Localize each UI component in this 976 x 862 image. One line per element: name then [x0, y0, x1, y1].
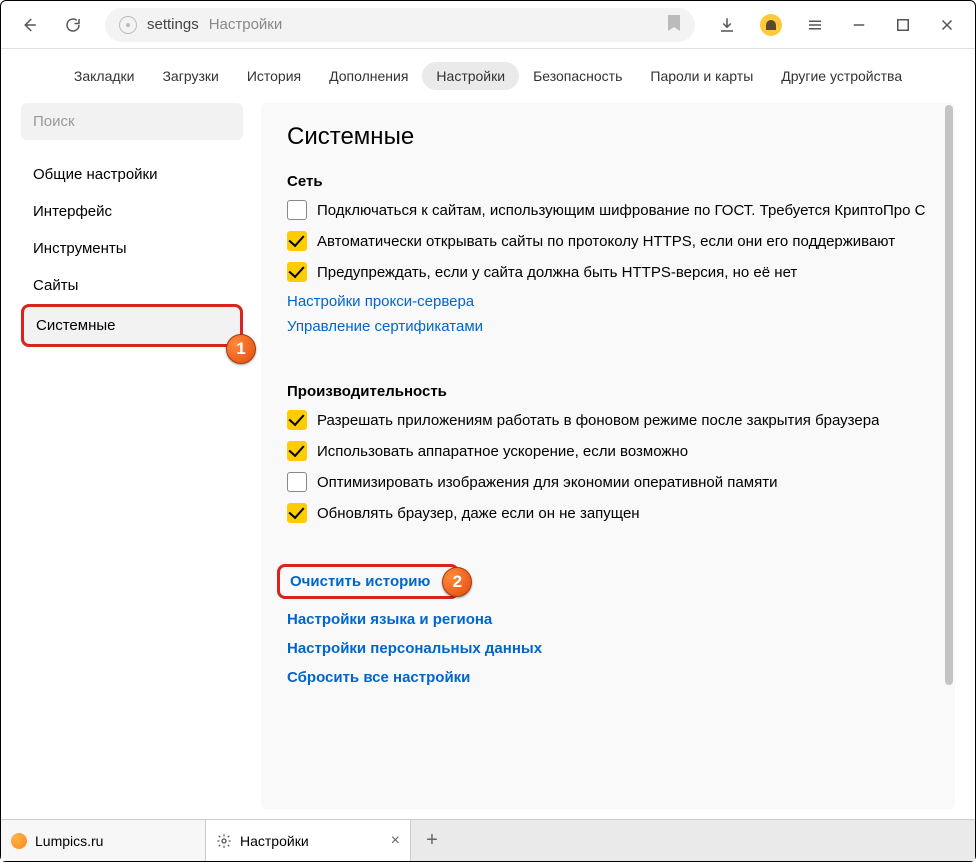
tab-settings[interactable]: Настройки × — [206, 820, 411, 861]
tab-close-button[interactable]: × — [391, 832, 400, 850]
checkbox-label: Разрешать приложениям работать в фоновом… — [317, 410, 879, 431]
menu-button[interactable] — [795, 7, 835, 43]
annotation-badge-2: 2 — [442, 567, 472, 597]
annotation-badge-1: 1 — [226, 334, 256, 364]
tab-bar: Lumpics.ru Настройки × + — [1, 819, 975, 861]
checkbox-row: Использовать аппаратное ускорение, если … — [287, 441, 929, 462]
link-proxy[interactable]: Настройки прокси-сервера — [287, 293, 929, 310]
nav-downloads[interactable]: Загрузки — [148, 62, 232, 90]
checkbox-label: Подключаться к сайтам, использующим шифр… — [317, 200, 926, 221]
link-language-region[interactable]: Настройки языка и региона — [287, 611, 929, 628]
checkbox-row: Подключаться к сайтам, использующим шифр… — [287, 200, 929, 221]
close-icon — [938, 16, 956, 34]
nav-security[interactable]: Безопасность — [519, 62, 636, 90]
arrow-left-icon — [20, 16, 38, 34]
tab-label: Настройки — [240, 833, 309, 849]
nav-history[interactable]: История — [233, 62, 315, 90]
nav-bookmarks[interactable]: Закладки — [60, 62, 149, 90]
nav-settings[interactable]: Настройки — [422, 62, 519, 90]
addr-title: Настройки — [209, 16, 283, 33]
window-close-button[interactable] — [927, 7, 967, 43]
checkbox-https-warn[interactable] — [287, 262, 307, 282]
checkbox-label: Использовать аппаратное ускорение, если … — [317, 441, 688, 462]
back-button[interactable] — [9, 7, 49, 43]
annotation-highlight-2: Очистить историю 2 — [277, 564, 459, 599]
settings-nav: Закладки Загрузки История Дополнения Нас… — [1, 49, 975, 103]
sidebar-item-system[interactable]: Системные 1 — [21, 304, 243, 347]
checkbox-label: Автоматически открывать сайты по протоко… — [317, 231, 895, 252]
sidebar-item-sites[interactable]: Сайты — [21, 267, 243, 304]
tab-lumpics[interactable]: Lumpics.ru — [1, 820, 206, 861]
checkbox-row: Обновлять браузер, даже если он не запущ… — [287, 503, 929, 524]
sidebar-item-interface[interactable]: Интерфейс — [21, 193, 243, 230]
new-tab-button[interactable]: + — [411, 820, 453, 861]
tab-label: Lumpics.ru — [35, 833, 103, 849]
download-icon — [718, 16, 736, 34]
checkbox-https-auto[interactable] — [287, 231, 307, 251]
window-maximize-button[interactable] — [883, 7, 923, 43]
page-title: Системные — [287, 123, 929, 151]
checkbox-row: Предупреждать, если у сайта должна быть … — [287, 262, 929, 283]
checkbox-row: Оптимизировать изображения для экономии … — [287, 472, 929, 493]
gear-icon — [216, 833, 232, 849]
addr-protocol: settings — [147, 16, 199, 33]
search-input[interactable]: Поиск — [21, 103, 243, 140]
section-performance-title: Производительность — [287, 383, 929, 400]
scrollbar[interactable] — [943, 103, 953, 809]
nav-other-devices[interactable]: Другие устройства — [767, 62, 916, 90]
profile-avatar-icon — [760, 14, 782, 36]
address-bar[interactable]: settings Настройки — [105, 8, 695, 42]
hamburger-icon — [806, 16, 824, 34]
checkbox-row: Разрешать приложениям работать в фоновом… — [287, 410, 929, 431]
section-network-title: Сеть — [287, 173, 929, 190]
browser-toolbar: settings Настройки — [1, 1, 975, 49]
window-minimize-button[interactable] — [839, 7, 879, 43]
site-favicon-icon — [11, 833, 27, 849]
content-area: Поиск Общие настройки Интерфейс Инструме… — [1, 103, 975, 819]
sidebar-item-general[interactable]: Общие настройки — [21, 156, 243, 193]
link-clear-history[interactable]: Очистить историю — [290, 573, 430, 590]
link-personal-data[interactable]: Настройки персональных данных — [287, 640, 929, 657]
scrollbar-thumb[interactable] — [945, 105, 953, 685]
reload-button[interactable] — [53, 7, 93, 43]
checkbox-update-browser[interactable] — [287, 503, 307, 523]
sidebar-item-tools[interactable]: Инструменты — [21, 230, 243, 267]
bookmark-icon[interactable] — [667, 14, 681, 36]
checkbox-background[interactable] — [287, 410, 307, 430]
checkbox-optimize-images[interactable] — [287, 472, 307, 492]
maximize-icon — [894, 16, 912, 34]
sidebar-item-label: Системные — [36, 317, 115, 334]
sidebar: Поиск Общие настройки Интерфейс Инструме… — [21, 103, 243, 809]
link-cert[interactable]: Управление сертификатами — [287, 318, 929, 335]
profile-button[interactable] — [751, 7, 791, 43]
checkbox-label: Предупреждать, если у сайта должна быть … — [317, 262, 797, 283]
reload-icon — [64, 16, 82, 34]
checkbox-label: Обновлять браузер, даже если он не запущ… — [317, 503, 640, 524]
downloads-button[interactable] — [707, 7, 747, 43]
checkbox-hw-accel[interactable] — [287, 441, 307, 461]
checkbox-label: Оптимизировать изображения для экономии … — [317, 472, 777, 493]
nav-extensions[interactable]: Дополнения — [315, 62, 422, 90]
checkbox-row: Автоматически открывать сайты по протоко… — [287, 231, 929, 252]
main-panel: Системные Сеть Подключаться к сайтам, ис… — [261, 103, 955, 809]
minimize-icon — [850, 16, 868, 34]
nav-passwords[interactable]: Пароли и карты — [636, 62, 767, 90]
checkbox-gost[interactable] — [287, 200, 307, 220]
link-reset-settings[interactable]: Сбросить все настройки — [287, 669, 929, 686]
site-icon — [119, 16, 137, 34]
